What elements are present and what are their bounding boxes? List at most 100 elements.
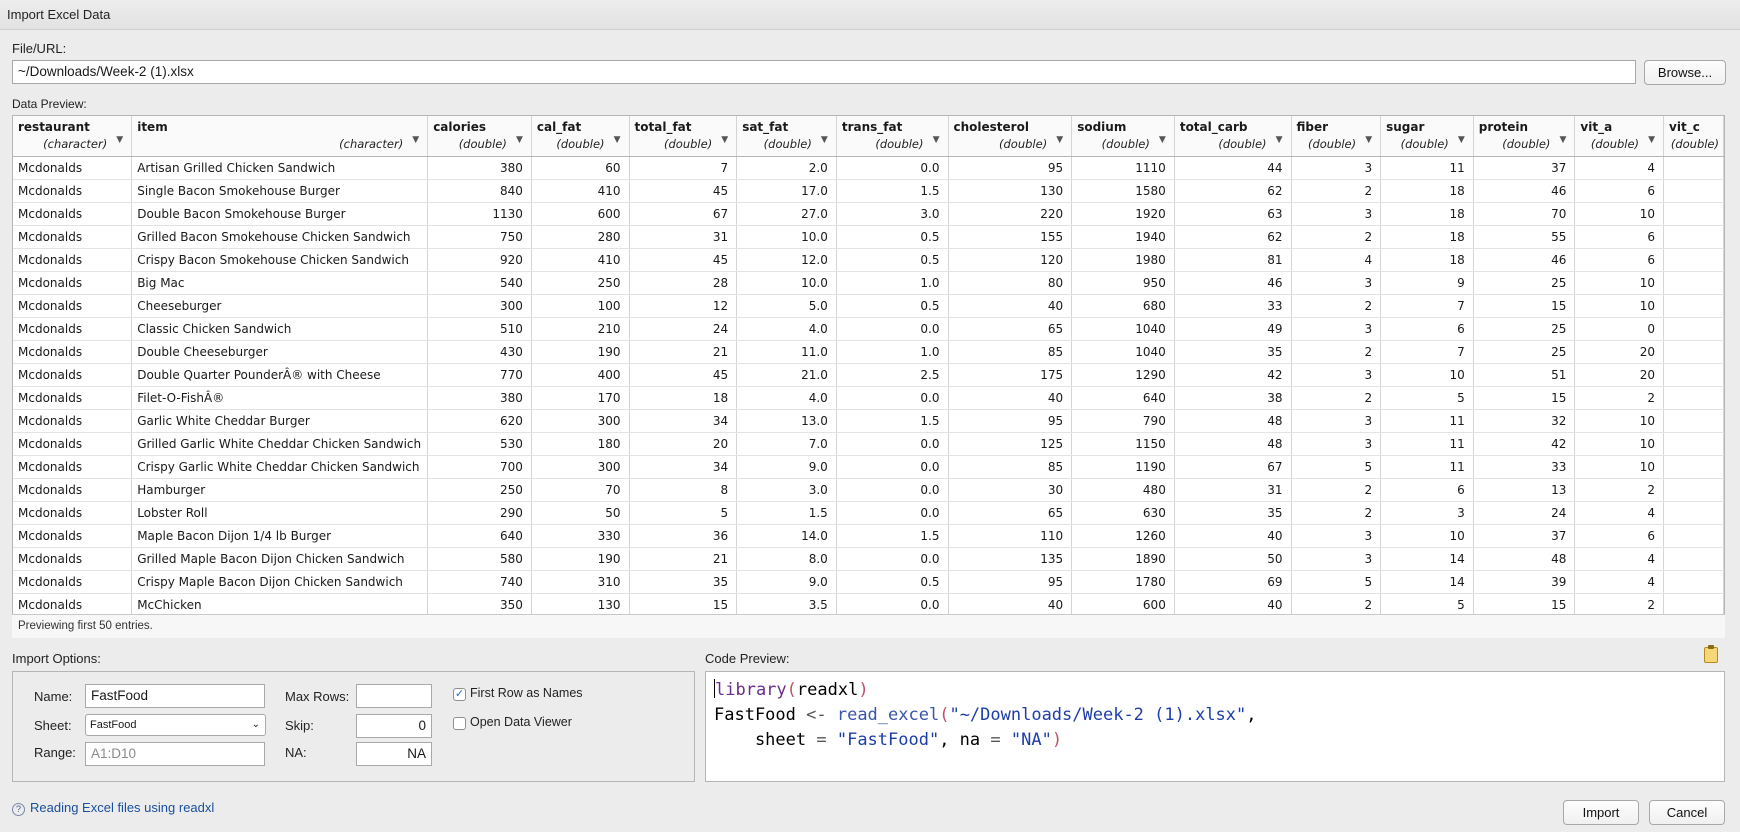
table-cell: Filet-O-FishÂ® [131, 386, 429, 410]
table-cell: 46 [1174, 271, 1292, 295]
file-url-input[interactable]: ~/Downloads/Week-2 (1).xlsx [12, 60, 1636, 84]
help-link[interactable]: ? Reading Excel files using readxl [12, 800, 214, 816]
clipboard-icon[interactable] [1704, 645, 1718, 663]
column-name: sat_fat [742, 120, 789, 134]
max-rows-input[interactable] [356, 684, 432, 708]
cancel-button[interactable]: Cancel [1649, 800, 1725, 825]
code-token: ) [858, 680, 869, 700]
column-menu-icon[interactable]: ▼ [933, 135, 940, 145]
table-cell: 85 [948, 455, 1073, 479]
browse-button[interactable]: Browse... [1644, 60, 1726, 85]
table-cell: 380 [427, 156, 532, 180]
table-cell: 11 [1380, 455, 1474, 479]
column-menu-icon[interactable]: ▼ [516, 135, 523, 145]
table-cell: 3 [1291, 271, 1382, 295]
column-menu-icon[interactable]: ▼ [1365, 135, 1372, 145]
table-cell: Hamburger [131, 478, 429, 502]
table-cell: 350 [427, 593, 532, 617]
column-menu-icon[interactable]: ▼ [1056, 135, 1063, 145]
column-menu-icon[interactable]: ▼ [116, 135, 123, 145]
table-row: Mcdonalds Crispy Garlic White Cheddar Chi… [13, 455, 1724, 479]
na-label: NA: [285, 745, 307, 760]
data-preview-label: Data Preview: [12, 97, 87, 111]
table-cell: 20 [1574, 340, 1665, 364]
column-header-protein[interactable]: protein (double) ▼ [1473, 116, 1576, 157]
table-cell: 14.0 [736, 524, 837, 548]
column-menu-icon[interactable]: ▼ [614, 135, 621, 145]
table-cell: Mcdonalds [13, 524, 133, 548]
table-cell: 20 [1574, 363, 1665, 387]
column-header-total-fat[interactable]: total_fat (double) ▼ [629, 116, 738, 157]
table-cell: 0.5 [836, 225, 949, 249]
table-cell: Mcdonalds [13, 179, 133, 203]
column-menu-icon[interactable]: ▼ [412, 135, 419, 145]
column-menu-icon[interactable]: ▼ [821, 135, 828, 145]
table-cell: 3 [1291, 409, 1382, 433]
table-cell: 190 [531, 340, 630, 364]
column-header-item[interactable]: item (character) ▼ [131, 116, 429, 157]
sheet-select[interactable]: FastFood ⌄ [85, 714, 266, 736]
range-input[interactable]: A1:D10 [85, 742, 265, 766]
table-cell: 10 [1380, 524, 1474, 548]
table-cell: 175 [948, 363, 1073, 387]
table-cell: 1920 [1071, 202, 1175, 226]
data-preview-grid[interactable]: restaurant (character) ▼ item (character) ▼ ca… [12, 115, 1725, 638]
table-cell: 65 [948, 501, 1073, 525]
na-input[interactable]: NA [356, 742, 432, 766]
table-cell: 13.0 [736, 409, 837, 433]
column-header-total-carb[interactable]: total_carb (double) ▼ [1174, 116, 1292, 157]
column-menu-icon[interactable]: ▼ [1560, 135, 1567, 145]
column-header-vit-a[interactable]: vit_a (double) ▼ [1574, 116, 1665, 157]
table-cell: 1190 [1071, 455, 1175, 479]
table-row: Mcdonalds Grilled Bacon Smokehouse Chicke… [13, 225, 1724, 249]
table-cell: 0.0 [836, 455, 949, 479]
column-header-restaurant[interactable]: restaurant (character) ▼ [13, 116, 133, 157]
skip-input[interactable]: 0 [356, 714, 432, 738]
table-cell: 21.0 [736, 363, 837, 387]
table-cell: 3.0 [836, 202, 949, 226]
column-header-cal-fat[interactable]: cal_fat (double) ▼ [531, 116, 630, 157]
table-cell: 640 [1071, 386, 1175, 410]
import-button[interactable]: Import [1563, 800, 1639, 825]
name-input[interactable]: FastFood [85, 684, 265, 708]
table-cell: 35 [629, 570, 738, 594]
open-viewer-checkbox[interactable] [453, 717, 466, 730]
column-menu-icon[interactable]: ▼ [721, 135, 728, 145]
table-cell: 15 [1473, 294, 1576, 318]
table-cell: 410 [531, 179, 630, 203]
code-token: ) [1051, 730, 1063, 750]
column-header-sugar[interactable]: sugar (double) ▼ [1380, 116, 1474, 157]
column-type: (double) [664, 137, 713, 151]
table-cell: 25 [1473, 317, 1576, 341]
table-cell: 740 [427, 570, 532, 594]
column-menu-icon[interactable]: ▼ [1458, 135, 1465, 145]
column-header-cholesterol[interactable]: cholesterol (double) ▼ [948, 116, 1073, 157]
column-header-trans-fat[interactable]: trans_fat (double) ▼ [836, 116, 949, 157]
column-name: sugar [1386, 120, 1425, 134]
preview-footer: Previewing first 50 entries. [12, 614, 1725, 638]
first-row-checkbox[interactable]: ✓ [453, 688, 466, 701]
table-cell: 1580 [1071, 179, 1175, 203]
code-preview[interactable]: library(readxl) FastFood <- read_excel("… [705, 671, 1725, 782]
table-cell: 5 [1380, 593, 1474, 617]
column-header-sodium[interactable]: sodium (double) ▼ [1071, 116, 1175, 157]
code-token: "NA" [1000, 730, 1052, 750]
column-header-fiber[interactable]: fiber (double) ▼ [1291, 116, 1382, 157]
column-name: cal_fat [536, 120, 582, 134]
column-header-calories[interactable]: calories (double) ▼ [427, 116, 532, 157]
table-cell: 630 [1071, 501, 1175, 525]
table-cell: 63 [1174, 202, 1292, 226]
column-header-vit-c[interactable]: vit_c (double) [1663, 116, 1724, 157]
table-cell: 30 [948, 478, 1073, 502]
column-menu-icon[interactable]: ▼ [1648, 135, 1655, 145]
column-type: (double) [1502, 137, 1551, 151]
code-token: = [816, 730, 827, 750]
table-cell: 220 [948, 202, 1073, 226]
column-menu-icon[interactable]: ▼ [1276, 135, 1283, 145]
table-cell: 34 [629, 409, 738, 433]
column-header-sat-fat[interactable]: sat_fat (double) ▼ [736, 116, 837, 157]
table-cell [1663, 455, 1724, 479]
column-menu-icon[interactable]: ▼ [1159, 135, 1166, 145]
table-cell: 2 [1291, 179, 1382, 203]
table-cell [1663, 156, 1724, 180]
